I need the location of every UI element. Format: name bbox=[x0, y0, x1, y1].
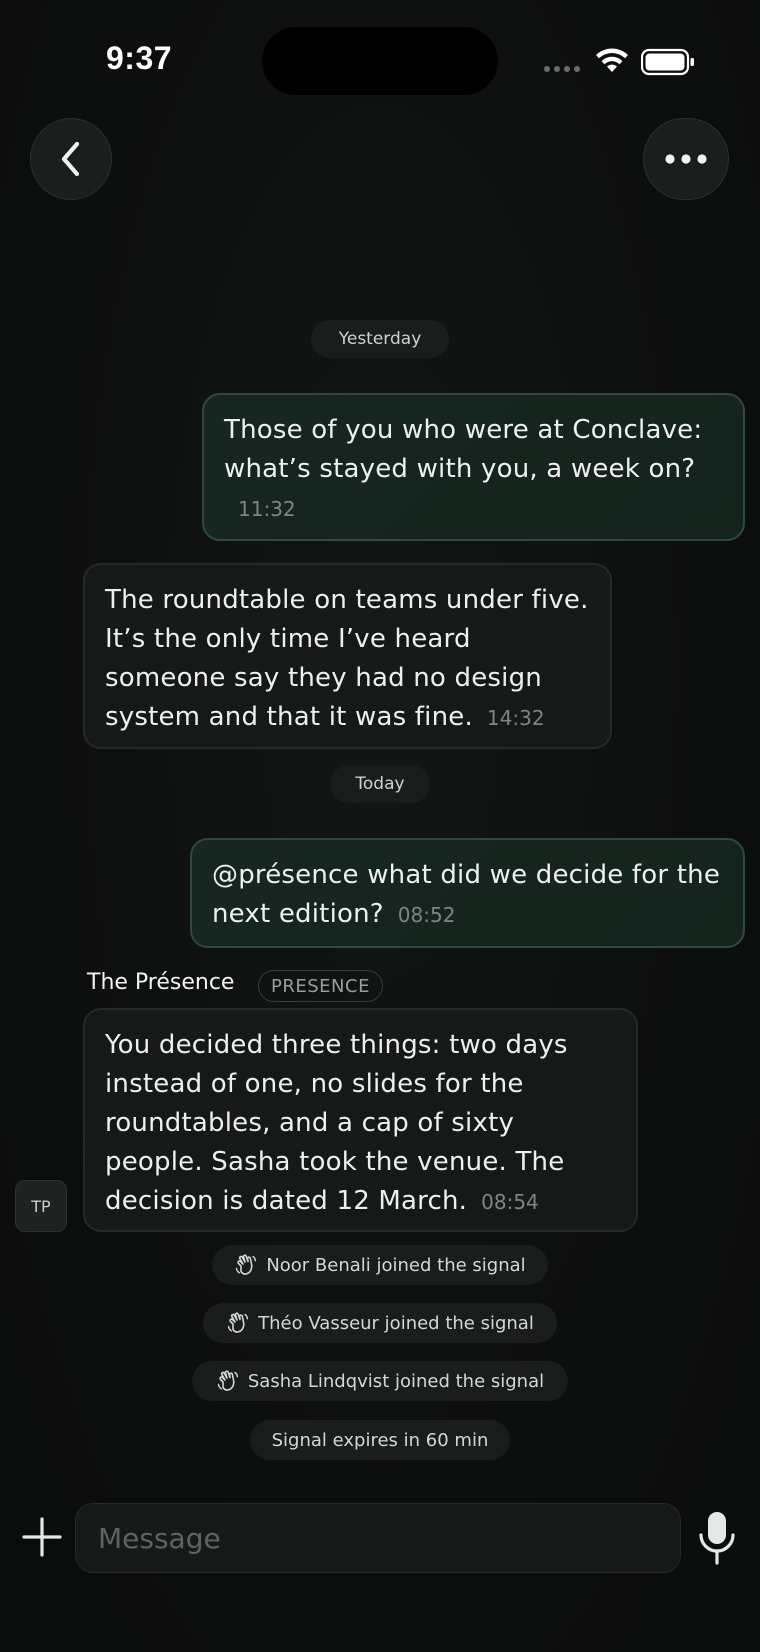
dynamic-island bbox=[262, 27, 498, 95]
sender-name: The Présence bbox=[87, 970, 235, 995]
cellular-signal-icon bbox=[544, 66, 580, 72]
message-input[interactable] bbox=[75, 1503, 681, 1573]
wave-hand-icon bbox=[217, 1370, 238, 1391]
wifi-icon bbox=[596, 48, 628, 72]
message-bubble-incoming[interactable]: You decided three things: two days inste… bbox=[83, 1008, 638, 1232]
battery-icon bbox=[641, 48, 694, 76]
more-options-button[interactable] bbox=[643, 118, 729, 200]
wave-hand-icon bbox=[236, 1254, 257, 1275]
message-timestamp: 08:52 bbox=[397, 903, 456, 927]
message-text: Those of you who were at Conclave: what’… bbox=[224, 415, 703, 484]
message-text: You decided three things: two days inste… bbox=[105, 1030, 568, 1216]
system-event-pill: Sasha Lindqvist joined the signal bbox=[192, 1361, 568, 1401]
system-event-pill: Théo Vasseur joined the signal bbox=[203, 1303, 557, 1343]
microphone-icon[interactable] bbox=[696, 1510, 738, 1566]
message-bubble-incoming[interactable]: The roundtable on teams under five. It’s… bbox=[83, 563, 612, 749]
plus-icon[interactable] bbox=[22, 1516, 62, 1558]
message-bubble-outgoing[interactable]: Those of you who were at Conclave: what’… bbox=[202, 393, 745, 541]
system-event-text: Noor Benali joined the signal bbox=[266, 1254, 526, 1276]
message-timestamp: 11:32 bbox=[238, 497, 296, 521]
expiry-notice-text: Signal expires in 60 min bbox=[271, 1429, 489, 1451]
avatar[interactable]: TP bbox=[15, 1180, 67, 1232]
sender-badge: PRESENCE bbox=[258, 970, 383, 1002]
system-event-pill: Noor Benali joined the signal bbox=[212, 1245, 548, 1285]
chevron-left-icon bbox=[61, 141, 80, 177]
status-time: 9:37 bbox=[106, 40, 173, 76]
message-bubble-outgoing[interactable]: @présence what did we decide for the nex… bbox=[190, 838, 745, 948]
back-button[interactable] bbox=[30, 118, 112, 200]
date-separator-yesterday: Yesterday bbox=[311, 320, 449, 358]
message-timestamp: 08:54 bbox=[481, 1190, 539, 1214]
expiry-notice: Signal expires in 60 min bbox=[250, 1420, 510, 1460]
more-horizontal-icon bbox=[665, 154, 707, 164]
message-timestamp: 14:32 bbox=[486, 706, 545, 730]
date-separator-today: Today bbox=[330, 765, 430, 803]
wave-hand-icon bbox=[227, 1312, 249, 1333]
system-event-text: Théo Vasseur joined the signal bbox=[258, 1312, 534, 1334]
message-text: @présence what did we decide for the nex… bbox=[212, 860, 721, 929]
system-event-text: Sasha Lindqvist joined the signal bbox=[247, 1370, 545, 1392]
